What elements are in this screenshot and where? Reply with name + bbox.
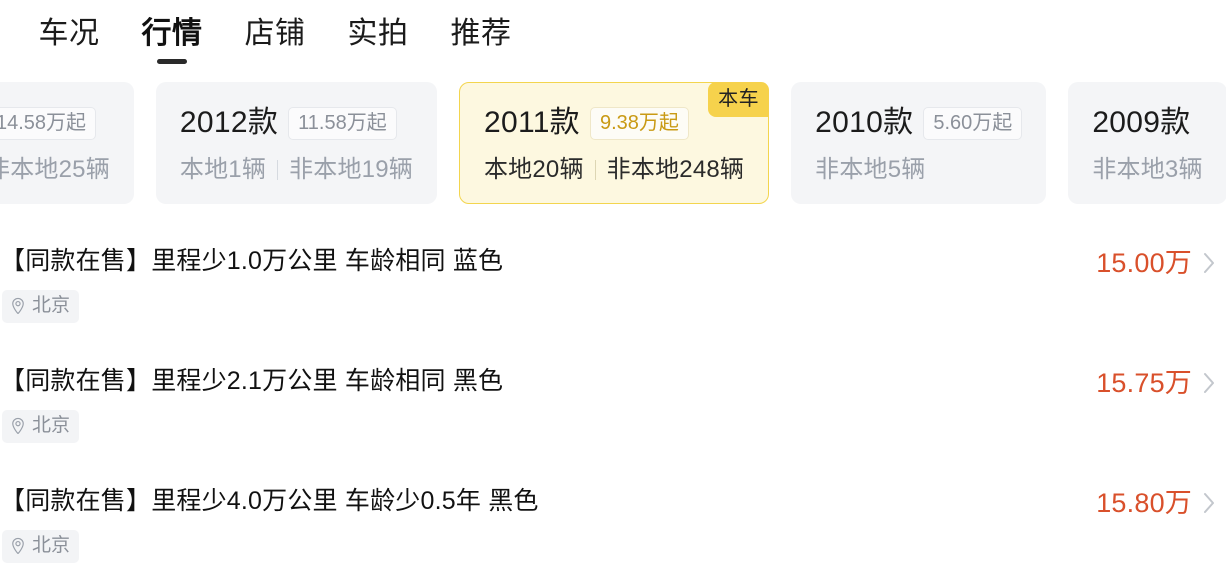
- year-card-header: 14.58万起: [0, 104, 110, 142]
- listing-price: 15.75万: [1096, 368, 1192, 398]
- year-card-header: 2011款 9.38万起: [484, 104, 744, 142]
- year-card-header: 2010款 5.60万起: [815, 104, 1023, 142]
- tab-1[interactable]: 车况: [39, 14, 100, 64]
- year-card-local-count: 本地1辆: [179, 156, 267, 183]
- map-pin-icon: [9, 417, 27, 435]
- listing-price: 15.00万: [1096, 248, 1192, 278]
- listing-location-badge: 北京: [2, 290, 80, 323]
- map-pin-icon: [9, 297, 27, 315]
- tab-label: 行情: [141, 17, 203, 50]
- section-year-cards[interactable]: 14.58万起非本地25辆2012款11.58万起本地1辆非本地19辆2011款…: [0, 82, 1226, 208]
- year-card-year: 2011款: [483, 106, 580, 139]
- year-card[interactable]: 2010款 5.60万起非本地5辆: [791, 82, 1047, 204]
- year-card-nonlocal-count: 非本地5辆: [815, 156, 926, 183]
- year-card-counts: 非本地3辆: [1092, 154, 1202, 186]
- tab-label: 推荐: [450, 17, 512, 50]
- tab-label: 实拍: [347, 17, 409, 50]
- year-card-year: 2009款: [1092, 106, 1191, 139]
- listing-row[interactable]: 【同款在售】里程少2.1万公里 车龄相同 黑色北京 15.75万: [0, 348, 1226, 468]
- count-separator: [594, 160, 596, 180]
- year-card-price-badge: 11.58万起: [288, 106, 397, 140]
- listing-location-label: 北京: [32, 415, 71, 436]
- listing-location-badge: 北京: [2, 530, 80, 563]
- count-separator: [277, 160, 279, 180]
- chevron-right-icon[interactable]: [1202, 491, 1216, 515]
- listing-title: 【同款在售】里程少4.0万公里 车龄少0.5年 黑色: [0, 487, 539, 515]
- listing-price: 15.80万: [1096, 488, 1192, 518]
- tab-4[interactable]: 实拍: [348, 14, 409, 64]
- tab-5[interactable]: 推荐: [451, 14, 512, 64]
- year-card-nonlocal-count: 非本地19辆: [289, 156, 413, 183]
- listing-price-group[interactable]: 15.00万: [1096, 246, 1216, 280]
- year-card-header: 2012款 11.58万起: [180, 104, 413, 142]
- listing-title: 【同款在售】里程少2.1万公里 车龄相同 黑色: [0, 367, 504, 395]
- section-tabbar[interactable]: 案车况行情店铺实拍推荐: [0, 0, 1226, 78]
- year-card-counts: 非本地5辆: [815, 154, 1022, 186]
- tab-3[interactable]: 店铺: [245, 14, 306, 64]
- listing-location-label: 北京: [32, 535, 71, 556]
- year-card-year: 2012款: [179, 106, 279, 139]
- tab-label: 车况: [38, 17, 100, 50]
- year-card-local-count: 本地20辆: [483, 156, 584, 183]
- year-card-nonlocal-count: 非本地248辆: [606, 156, 745, 183]
- year-card[interactable]: 14.58万起非本地25辆: [0, 82, 134, 204]
- year-card-counts: 本地20辆 非本地248辆: [484, 154, 744, 186]
- year-card-price-badge: 9.38万起: [589, 106, 689, 140]
- year-card-price-badge: 14.58万起: [0, 106, 97, 140]
- chevron-right-icon[interactable]: [1202, 251, 1216, 275]
- year-card-nonlocal-count: 非本地3辆: [1092, 156, 1203, 183]
- map-pin-icon: [9, 537, 27, 555]
- listing-price-group[interactable]: 15.80万: [1096, 486, 1216, 520]
- section-listings: 【同款在售】里程少1.0万公里 车龄相同 蓝色 北京 15.00万 【同款在售】里程少…: [0, 228, 1226, 564]
- listing-row[interactable]: 【同款在售】里程少1.0万公里 车龄相同 蓝色北京 15.00万: [0, 228, 1226, 348]
- listing-title: 【同款在售】里程少1.0万公里 车龄相同 蓝色: [0, 247, 504, 275]
- year-card-selected[interactable]: 2011款 9.38万起 本地20辆 非本地248辆 本车: [458, 82, 770, 204]
- year-card-header: 2009款: [1092, 104, 1202, 142]
- tab-active-underline: [157, 59, 187, 64]
- tab-2[interactable]: 行情: [142, 14, 203, 64]
- chevron-right-icon[interactable]: [1202, 371, 1216, 395]
- year-card-price-badge: 5.60万起: [923, 106, 1023, 140]
- page-root: 案车况行情店铺实拍推荐 14.58万起非本地25辆2012款11.58万起本地1…: [0, 0, 1226, 564]
- listing-location-badge: 北京: [2, 410, 80, 443]
- year-card-counts: 本地1辆 非本地19辆: [180, 154, 413, 186]
- listing-row[interactable]: 【同款在售】里程少4.0万公里 车龄少0.5年 黑色北京 15.80万: [0, 468, 1226, 564]
- year-card[interactable]: 2012款 11.58万起 本地1辆 非本地19辆: [155, 82, 437, 204]
- listing-location-label: 北京: [32, 295, 71, 316]
- listing-price-group[interactable]: 15.75万: [1096, 366, 1216, 400]
- year-card-nonlocal-count: 非本地25辆: [0, 156, 110, 183]
- year-card-year: 2010款: [815, 106, 914, 139]
- current-car-badge: 本车: [708, 82, 770, 117]
- year-card[interactable]: 2009款非本地3辆: [1068, 82, 1226, 204]
- year-card-counts: 非本地25辆: [0, 154, 110, 186]
- tab-label: 店铺: [244, 17, 306, 50]
